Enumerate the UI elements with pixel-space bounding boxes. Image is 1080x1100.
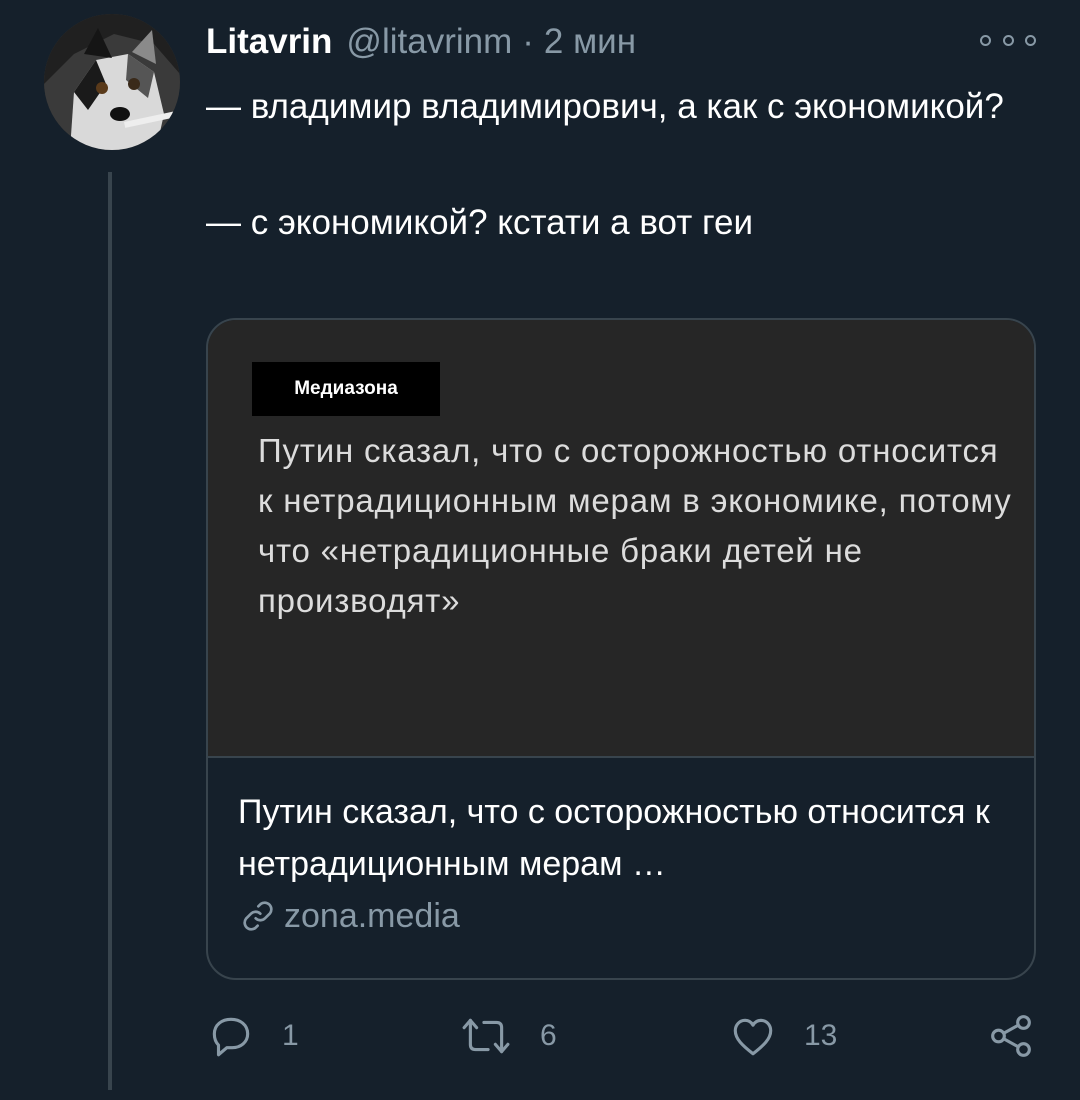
- card-domain: zona.media: [238, 896, 1008, 936]
- reply-count: 1: [282, 1019, 299, 1052]
- tweet[interactable]: Litavrin @litavrinm · 2 мин — владимир в…: [0, 0, 1080, 1100]
- reply-icon: [212, 1017, 250, 1057]
- retweet-count: 6: [540, 1019, 557, 1052]
- card-divider: [208, 756, 1034, 758]
- separator-dot: ·: [522, 22, 534, 61]
- like-count: 13: [804, 1019, 838, 1052]
- share-icon: [991, 1015, 1031, 1057]
- card-image: Медиазона Путин сказал, что с осторожнос…: [208, 320, 1034, 756]
- link-card[interactable]: Медиазона Путин сказал, что с осторожнос…: [206, 318, 1036, 980]
- link-icon: [243, 901, 273, 931]
- retweet-icon: [462, 1018, 510, 1054]
- like-button[interactable]: 13: [728, 1008, 837, 1064]
- dog-avatar-icon: [44, 14, 180, 150]
- thread-line: [108, 172, 112, 1090]
- timestamp[interactable]: 2 мин: [544, 22, 636, 62]
- card-domain-text: zona.media: [284, 896, 460, 935]
- heart-icon: [733, 1018, 773, 1056]
- more-options-icon[interactable]: [980, 28, 1036, 52]
- retweet-button[interactable]: 6: [458, 1008, 557, 1064]
- tweet-header: Litavrin @litavrinm · 2 мин: [206, 20, 636, 64]
- share-button[interactable]: [986, 1008, 1036, 1064]
- display-name[interactable]: Litavrin: [206, 22, 332, 62]
- tweet-text: — владимир владимирович, а как с экономи…: [206, 87, 1004, 242]
- card-info: Путин сказал, что с осторожностью относи…: [238, 786, 1008, 936]
- handle[interactable]: @litavrinm: [346, 22, 512, 62]
- reply-button[interactable]: 1: [206, 1008, 299, 1064]
- media-logo: Медиазона: [252, 362, 440, 416]
- avatar[interactable]: [44, 14, 180, 150]
- image-headline: Путин сказал, что с осторожностью относи…: [258, 432, 1012, 619]
- action-bar: 1 6 13: [206, 1008, 1046, 1064]
- card-title: Путин сказал, что с осторожностью относи…: [238, 793, 990, 883]
